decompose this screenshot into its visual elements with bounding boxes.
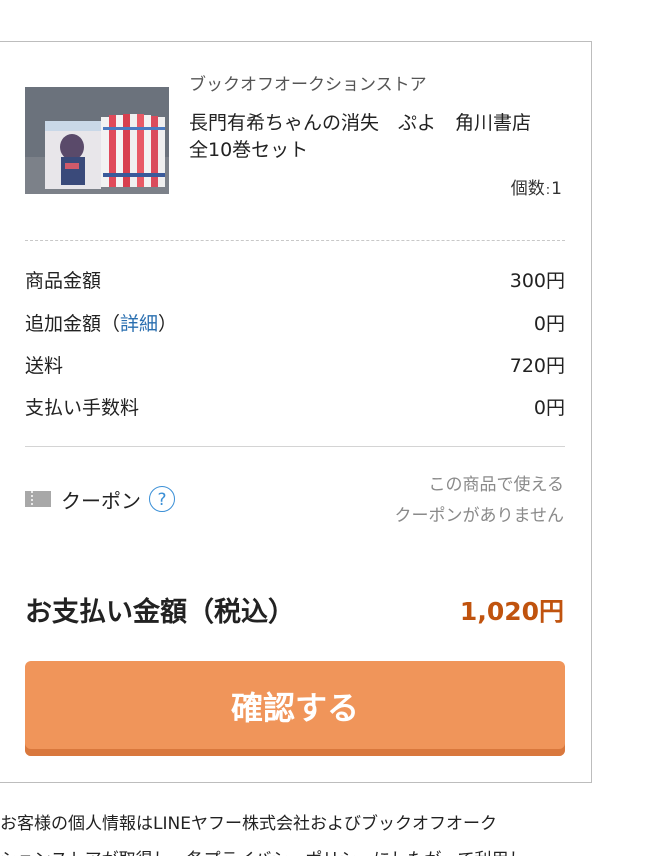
privacy-notice: お客様の個人情報はLINEヤフー株式会社およびブックオフオーク ションストアが取…	[0, 806, 600, 856]
price-row-additional-amount: 追加金額（詳細） 0円	[25, 310, 565, 338]
privacy-notice-line1: お客様の個人情報はLINEヤフー株式会社およびブックオフオーク	[0, 814, 497, 834]
store-name[interactable]: ブックオフオークションストア	[189, 70, 427, 95]
help-question-icon[interactable]: ?	[149, 486, 175, 512]
coupon-note-line1: この商品で使える	[428, 475, 565, 495]
product-image	[25, 87, 169, 194]
price-row-label-wrap: 追加金額（詳細）	[25, 313, 178, 335]
coupon-section: クーポン ?	[25, 482, 175, 516]
product-title[interactable]: 長門有希ちゃんの消失 ぷよ 角川書店 全10巻セット	[189, 110, 569, 164]
price-row-payment-fee: 支払い手数料 0円	[25, 394, 565, 422]
product-divider	[25, 240, 565, 241]
price-row-label: 支払い手数料	[25, 397, 140, 419]
price-row-label: 追加金額	[25, 313, 102, 335]
price-row-value: 300円	[509, 270, 565, 292]
privacy-notice-line2: ションストアが取得し、各プライバシーポリシーにしたがって利用し	[0, 842, 600, 856]
details-link[interactable]: 詳細	[120, 313, 158, 335]
product-thumbnail[interactable]	[25, 87, 169, 194]
quantity-label: 個数	[510, 179, 545, 199]
coupon-label: クーポン	[61, 488, 141, 513]
coupon-unavailable-note: この商品で使える クーポンがありません	[395, 470, 565, 532]
price-row-value: 0円	[533, 313, 565, 335]
price-row-value: 0円	[533, 397, 565, 419]
total-value: 1,020円	[459, 597, 564, 626]
price-row-shipping: 送料 720円	[25, 352, 565, 380]
product-title-line1: 長門有希ちゃんの消失 ぷよ 角川書店	[189, 112, 532, 134]
quantity: 個数:1	[511, 174, 562, 199]
price-row-item-amount: 商品金額 300円	[25, 267, 565, 295]
coupon-ticket-icon	[25, 491, 51, 507]
price-row-label: 送料	[25, 355, 64, 377]
total-label: お支払い金額（税込）	[25, 597, 295, 628]
quantity-value: 1	[551, 179, 562, 199]
price-row-value: 720円	[509, 355, 565, 377]
pricing-divider	[25, 446, 565, 447]
confirm-button[interactable]: 確認する	[25, 661, 565, 756]
coupon-note-line2: クーポンがありません	[394, 506, 565, 526]
price-row-label: 商品金額	[25, 270, 102, 292]
checkout-page: ブックオフオークションストア 長門有希ちゃんの消失 ぷよ 角川書店 全10巻セッ…	[0, 0, 650, 856]
product-title-line2: 全10巻セット	[189, 139, 309, 161]
